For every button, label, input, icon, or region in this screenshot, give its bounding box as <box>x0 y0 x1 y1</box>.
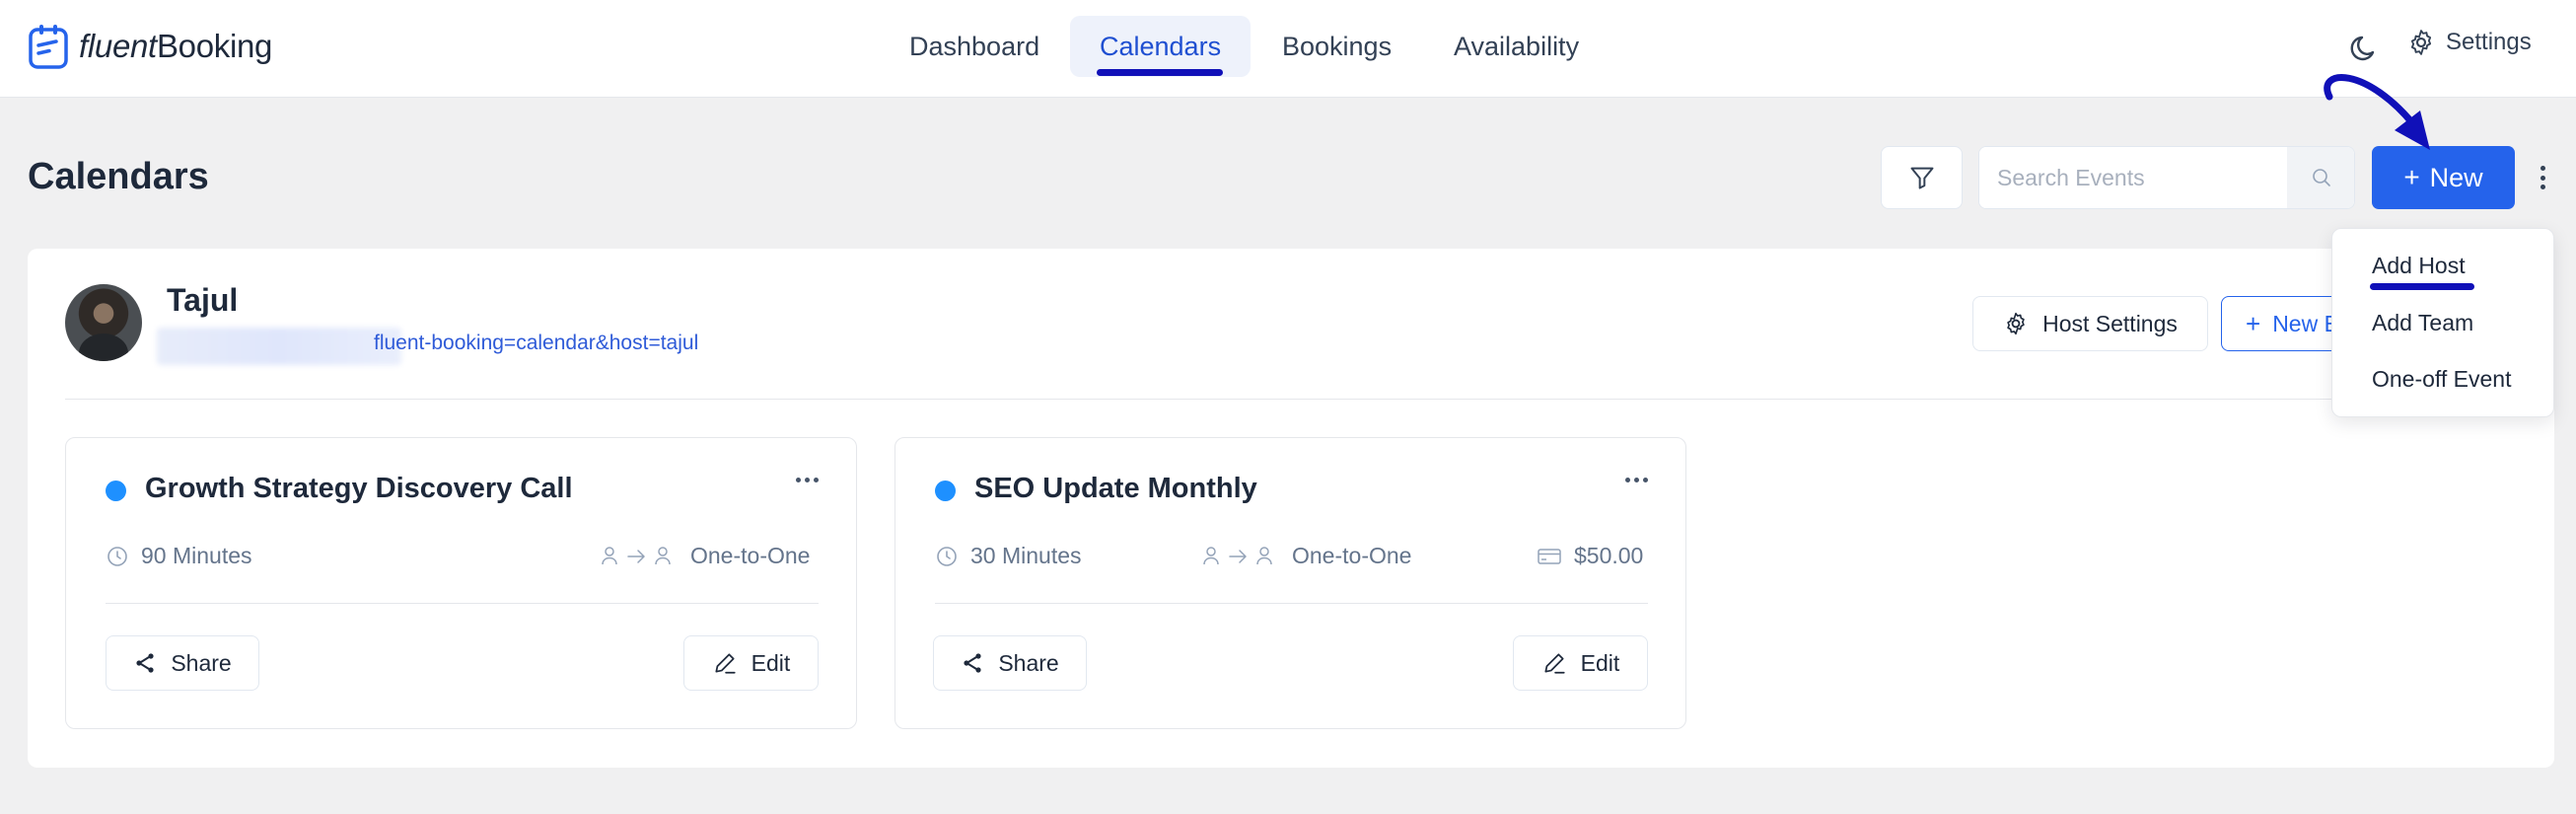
event-title[interactable]: Growth Strategy Discovery Call <box>145 473 573 505</box>
pencil-icon <box>715 653 736 674</box>
plus-icon: + <box>2403 162 2420 192</box>
top-navigation-bar: fluentBooking Dashboard Calendars Bookin… <box>0 0 2576 98</box>
menu-item-add-host[interactable]: Add Host <box>2372 253 2466 279</box>
annotation-underline-calendars <box>1097 69 1223 76</box>
edit-button[interactable]: Edit <box>683 635 819 691</box>
annotation-arrow-icon <box>2324 74 2430 150</box>
share-icon <box>136 653 154 673</box>
nav-calendars[interactable]: Calendars <box>1070 16 1252 77</box>
credit-card-icon <box>1538 548 1561 564</box>
user-to-user-icon <box>1203 546 1272 564</box>
search-icon <box>2313 169 2330 186</box>
calendar-logo-icon <box>29 25 68 69</box>
menu-item-one-off-event[interactable]: One-off Event <box>2372 366 2512 393</box>
page-title: Calendars <box>28 156 209 197</box>
event-duration-label: 90 Minutes <box>141 543 252 568</box>
settings-link[interactable]: Settings <box>2406 28 2532 57</box>
host-url-link[interactable]: fluent-booking=calendar&host=tajul <box>374 332 698 355</box>
edit-button[interactable]: Edit <box>1513 635 1648 691</box>
pencil-icon <box>1544 653 1565 674</box>
divider <box>935 603 1648 604</box>
new-event-label: New E <box>2272 310 2339 336</box>
plus-icon: + <box>2246 308 2261 338</box>
event-duration: 90 Minutes <box>106 543 252 569</box>
more-options-icon[interactable] <box>2533 163 2552 192</box>
share-button[interactable]: Share <box>106 635 259 691</box>
event-color-dot <box>106 481 126 501</box>
menu-item-add-team[interactable]: Add Team <box>2372 310 2473 336</box>
gear-icon <box>2410 30 2432 55</box>
event-type: One-to-One <box>1201 543 1411 569</box>
settings-label: Settings <box>2446 29 2532 55</box>
event-duration: 30 Minutes <box>935 543 1082 569</box>
event-title[interactable]: SEO Update Monthly <box>974 473 1257 505</box>
event-color-dot <box>935 481 956 501</box>
brand-name-part1: fluent <box>79 28 157 64</box>
share-label: Share <box>998 649 1059 676</box>
blurred-url-prefix <box>157 328 401 365</box>
event-duration-label: 30 Minutes <box>970 543 1082 568</box>
brand-logo[interactable]: fluentBooking <box>28 22 272 71</box>
event-price-label: $50.00 <box>1574 543 1644 568</box>
brand-name: fluentBooking <box>79 28 272 65</box>
avatar <box>65 284 142 361</box>
share-label: Share <box>171 649 232 676</box>
nav-bookings[interactable]: Bookings <box>1252 16 1421 77</box>
nav-dashboard[interactable]: Dashboard <box>880 16 1069 77</box>
divider <box>106 603 819 604</box>
event-card[interactable]: Growth Strategy Discovery Call 90 Minute… <box>65 437 857 729</box>
brand-name-part2: Booking <box>156 28 273 64</box>
host-name: Tajul <box>167 282 239 318</box>
host-settings-label: Host Settings <box>2042 310 2178 336</box>
gear-icon <box>2007 312 2025 335</box>
edit-label: Edit <box>751 649 791 676</box>
event-more-icon[interactable] <box>1625 478 1648 482</box>
event-type-label: One-to-One <box>1292 543 1412 568</box>
nav-availability[interactable]: Availability <box>1424 16 1609 77</box>
host-settings-button[interactable]: Host Settings <box>1972 296 2208 351</box>
divider <box>65 399 2516 400</box>
share-button[interactable]: Share <box>933 635 1087 691</box>
event-type: One-to-One <box>600 543 810 569</box>
user-to-user-icon <box>602 546 671 564</box>
clock-icon <box>937 546 957 566</box>
annotation-underline-add-host <box>2370 283 2474 290</box>
host-calendar-card: Tajul fluent-booking=calendar&host=tajul… <box>28 249 2554 768</box>
filter-button[interactable] <box>1881 146 1963 209</box>
event-price: $50.00 <box>1537 543 1643 569</box>
new-dropdown-menu: Add Host Add Team One-off Event <box>2331 228 2554 417</box>
filter-icon <box>1910 167 1933 189</box>
edit-label: Edit <box>1580 649 1620 676</box>
event-more-icon[interactable] <box>796 478 819 482</box>
event-card[interactable]: SEO Update Monthly 30 Minutes One-to-One <box>894 437 1686 729</box>
event-type-label: One-to-One <box>690 543 811 568</box>
clock-icon <box>107 546 127 566</box>
share-icon <box>964 653 981 673</box>
search-box <box>1978 146 2355 209</box>
search-input[interactable] <box>1979 147 2287 208</box>
